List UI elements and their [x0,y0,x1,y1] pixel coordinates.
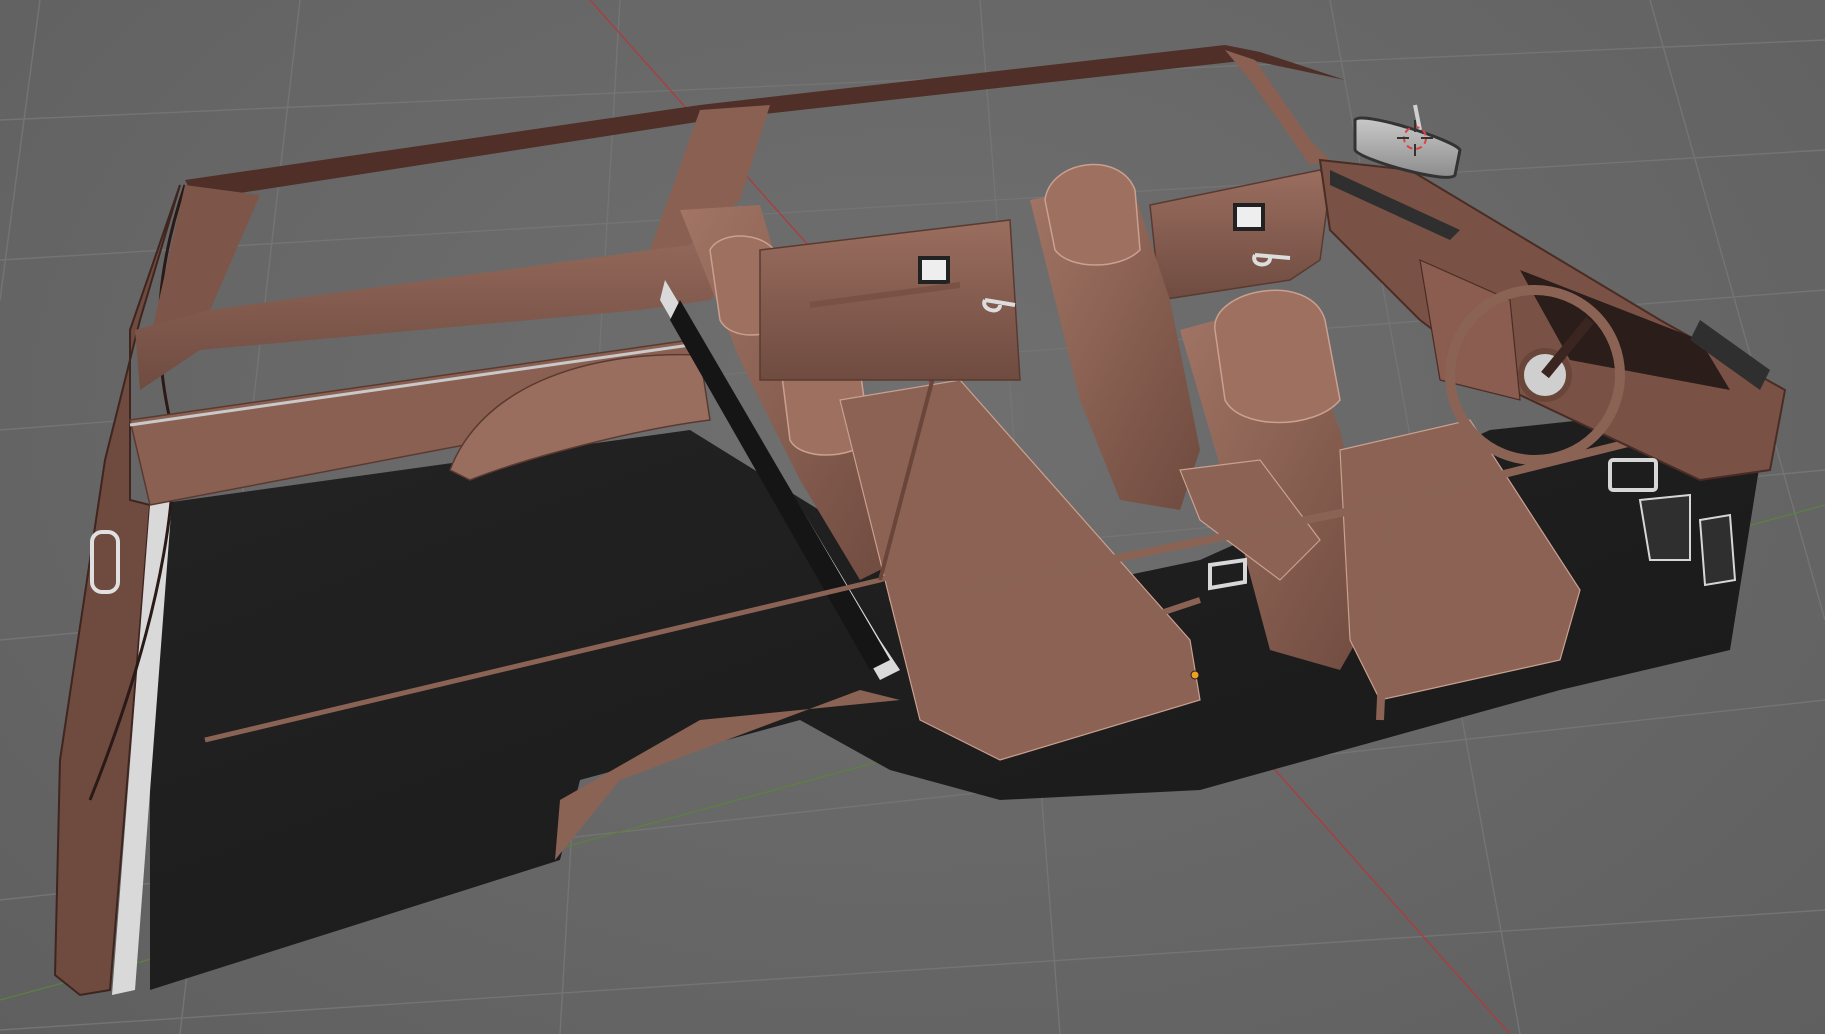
roof-rail[interactable] [185,45,1345,200]
front-seat-right-headrest[interactable] [1214,289,1341,424]
front-door-lock-icon[interactable] [1233,203,1265,231]
roof-pillar-a[interactable] [1225,50,1330,165]
pedal-accelerator[interactable] [1698,513,1737,587]
rear-door-panel[interactable] [759,219,1021,381]
rear-door-lock-icon[interactable] [918,256,950,284]
car-interior-model[interactable] [53,45,1787,997]
pedal-brake[interactable] [1638,493,1691,561]
3d-viewport[interactable] [0,0,1825,1034]
front-seat-left-headrest[interactable] [1044,163,1141,266]
origin-marker-icon[interactable] [1190,670,1200,680]
viewport-canvas[interactable] [0,0,1825,1034]
